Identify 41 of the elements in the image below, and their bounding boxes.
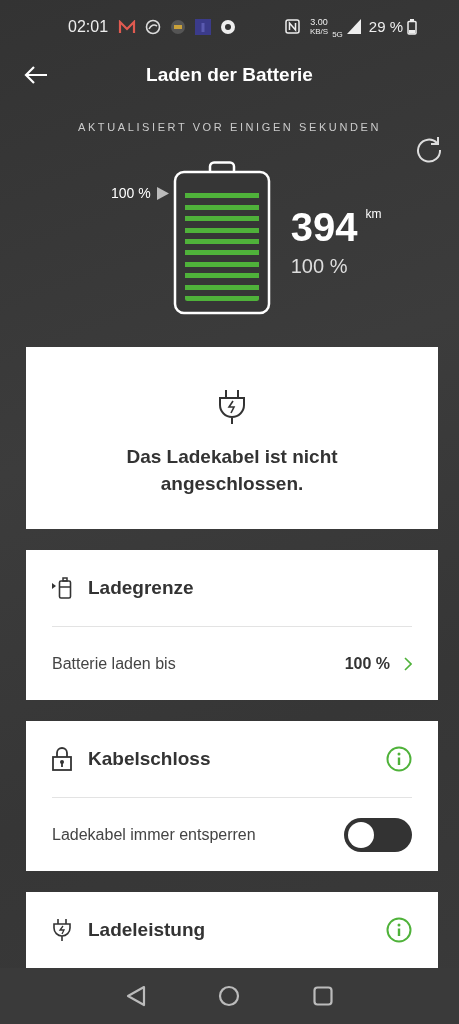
- section-title: Kabelschloss: [88, 748, 211, 770]
- back-icon[interactable]: [126, 985, 147, 1007]
- signal-icon: [346, 19, 361, 35]
- battery-percent: 29 %: [368, 18, 403, 36]
- range-unit: km: [365, 207, 382, 221]
- status-time: 02:01: [68, 17, 109, 36]
- chevron-right-icon[interactable]: [404, 656, 412, 671]
- page-title: Laden der Batterie: [146, 64, 313, 87]
- setting-label: Ladekabel immer entsperren: [52, 825, 256, 844]
- setting-label: Batterie laden bis: [52, 654, 176, 673]
- battery-limit-icon: [52, 577, 72, 599]
- battery-outline-icon: [172, 161, 271, 315]
- cable-message: Das Ladekabel ist nicht angeschlossen.: [125, 445, 339, 496]
- charge-percent: 100 %: [290, 255, 349, 278]
- browser-icon: [220, 18, 237, 35]
- mail-icon: [118, 19, 137, 34]
- battery-icon: [407, 18, 417, 35]
- app-icon: [170, 18, 187, 35]
- setting-value: 100 %: [344, 654, 390, 673]
- plug-icon: [52, 918, 72, 942]
- speed-value: 3.00: [310, 17, 328, 27]
- range-value: 394: [290, 205, 358, 249]
- speed-unit: KB/S: [309, 26, 329, 36]
- section-title: Ladeleistung: [88, 919, 206, 941]
- refresh-icon[interactable]: [415, 135, 443, 163]
- home-icon[interactable]: [218, 985, 241, 1007]
- lock-icon: [52, 747, 72, 771]
- nfc-icon: [284, 19, 300, 35]
- toggle-switch[interactable]: [344, 817, 412, 852]
- network-type: 5G: [332, 29, 343, 39]
- info-icon[interactable]: [386, 746, 412, 772]
- app-icon: [195, 18, 212, 35]
- recents-icon[interactable]: [312, 986, 333, 1006]
- plug-icon: [217, 389, 247, 425]
- update-status: AKTUALISIERT VOR EINIGEN SEKUNDEN: [77, 121, 382, 133]
- app-icon: [145, 18, 162, 35]
- back-arrow-icon[interactable]: [24, 66, 48, 85]
- limit-label: 100 %: [111, 185, 151, 201]
- info-icon[interactable]: [386, 917, 412, 943]
- section-title: Ladegrenze: [88, 577, 194, 599]
- triangle-marker-icon: [156, 186, 169, 200]
